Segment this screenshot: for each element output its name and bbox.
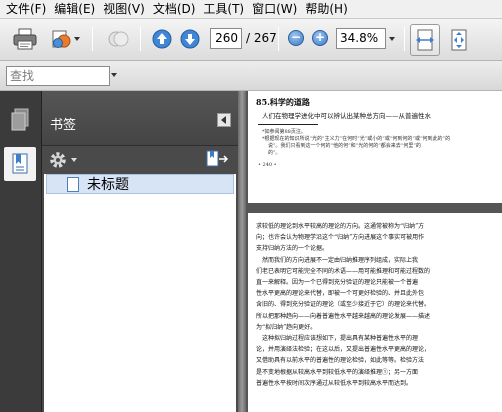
review-button[interactable] (104, 25, 132, 53)
footnote: *根据现在的知识所说“光的”主义力”在何时“光”或小的”或“何到何的”或“何到此… (262, 136, 451, 142)
footnote: 的”。 (268, 150, 281, 156)
chevron-left-icon (221, 116, 226, 124)
document-view[interactable]: 85.科学的道路 人们在物理学进化中可以辨认出某种总方向——从普遍性水 *如参阅… (246, 91, 502, 412)
panel-toolbar (42, 146, 238, 174)
toolbar-separator (140, 27, 141, 51)
page-subtitle: 人们在物理学进化中可以辨认出某种总方向——从普遍性水 (262, 112, 431, 120)
text-line: 又借助具有以前水平的普遍性的理论检验，如此等等。检验方法 (256, 357, 425, 365)
menu-edit[interactable]: 编辑(E) (50, 0, 99, 19)
pages-icon (11, 108, 29, 131)
text-line: 论，并用演绎法检验；在这以后，又提出普遍性水平更高的理论， (256, 346, 431, 354)
text-line: 所以把那种趋向——向着普遍性水平越来越高的理论发展——描述 (256, 312, 431, 320)
footnote: *如参阅第88页注。 (262, 129, 306, 135)
page-header: 85.科学的道路 (256, 97, 310, 107)
divider (258, 124, 318, 125)
pages-panel-button[interactable] (4, 103, 36, 137)
expand-bookmark-button[interactable] (206, 150, 229, 171)
gear-icon (50, 152, 66, 168)
bookmark-label: 未标题 (87, 177, 129, 193)
text-line: 普遍性水平按时间次序通过从较低水平到较高水平而达到。 (256, 379, 413, 387)
fit-width-icon (416, 29, 434, 51)
fit-page-icon (451, 29, 467, 51)
bookmarks-panel-button[interactable] (4, 147, 36, 181)
find-toolbar: 查找 (0, 61, 502, 91)
page-number: • 240 • (258, 162, 277, 168)
text-line: 然而我们的方向进展不一定由归纳推理序列组成，实际上我 (256, 256, 419, 264)
panel-title: 书签 (50, 118, 77, 133)
toolbar-separator (92, 27, 93, 51)
text-line: 求较低的理论到水平较高的理论的方向。这通常被称为“归纳”方 (256, 223, 425, 230)
panel-splitter[interactable] (238, 91, 246, 412)
bookmark-page-icon (67, 177, 79, 192)
collaborate-button[interactable] (48, 25, 82, 53)
menu-window[interactable]: 窗口(W) (248, 0, 301, 19)
chevron-down-icon[interactable] (111, 73, 117, 77)
zoom-dropdown-button[interactable] (386, 28, 398, 49)
review-icon (108, 31, 129, 47)
text-line: 们老已表明它可能完全不同的术语——用可能推理和可能过程数的 (256, 267, 431, 275)
text-line: 是不变地根据从较高水平到较低水平的演绎推理①；另一方面 (256, 368, 419, 376)
document-page: 85.科学的道路 人们在物理学进化中可以辨认出某种总方向——从普遍性水 *如参阅… (248, 91, 502, 203)
chevron-down-icon (71, 158, 77, 162)
text-line: 这种拟归纳过程应该想如下，提出具有某种普遍性水平的理 (256, 335, 419, 342)
document-page: 求较低的理论到水平较高的理论的方向。这通常被称为“归纳”方 向；也许会认为物理学… (248, 213, 502, 412)
text-line: 直一来解释。因为一个已得到充分验证的理论只能被一个普遍 (256, 279, 419, 286)
text-line: 为“拟归纳”趋向更好。 (256, 323, 317, 331)
zoom-level-input[interactable]: 34.8% (336, 28, 386, 49)
fit-width-button[interactable] (410, 24, 440, 56)
bookmark-expand-icon (206, 150, 229, 167)
collaborate-icon (52, 30, 71, 48)
text-line: 支持归纳方法的一个论据。 (256, 245, 329, 253)
toolbar-separator (278, 27, 279, 51)
next-page-button[interactable] (178, 25, 202, 53)
collapse-panel-button[interactable] (217, 113, 231, 127)
menu-help[interactable]: 帮助(H) (301, 0, 351, 19)
bookmarks-panel: 书签 未标题 (42, 91, 238, 412)
panel-header: 书签 (42, 91, 238, 146)
chevron-down-icon (74, 37, 80, 41)
previous-page-button[interactable] (150, 25, 174, 53)
arrow-down-icon (180, 29, 200, 49)
menu-file[interactable]: 文件(F) (2, 0, 50, 19)
bookmarks-icon (12, 153, 28, 174)
zoom-in-button[interactable]: + (312, 30, 328, 46)
printer-icon (13, 28, 37, 50)
print-button[interactable] (10, 25, 40, 53)
list-item[interactable]: 未标题 (46, 174, 234, 194)
options-button[interactable] (48, 150, 77, 170)
page-total-label: / 267 (246, 31, 277, 45)
page-number-input[interactable]: 260 (210, 28, 242, 49)
find-input[interactable]: 查找 (6, 66, 110, 86)
zoom-out-button[interactable]: − (288, 30, 304, 46)
menu-tools[interactable]: 工具(T) (199, 0, 248, 19)
text-line: 含旧的、得到充分验证的理论（或至少接近于它）的理论来代替。 (256, 301, 431, 309)
navigation-strip (0, 91, 42, 412)
text-line: 向；也许会认为物理学沿这个“归纳”方向进展这个事实可被用作 (256, 234, 425, 242)
menu-bar: 文件(F) 编辑(E) 视图(V) 文档(D) 工具(T) 窗口(W) 帮助(H… (0, 0, 502, 19)
toolbar-separator (404, 27, 405, 51)
fit-page-button[interactable] (444, 24, 474, 56)
footnote: 说”。我们只看到这一个何的“他的何”和“光的何的”都会来去“何里”的 (268, 143, 421, 149)
menu-view[interactable]: 视图(V) (99, 0, 149, 19)
menu-document[interactable]: 文档(D) (149, 0, 200, 19)
text-line: 性水平更高的理论来代替，即被一个可更好检验的、并且此外包 (256, 290, 425, 298)
arrow-up-icon (152, 29, 172, 49)
chevron-down-icon (389, 36, 395, 41)
bookmark-list: 未标题 (44, 174, 236, 412)
